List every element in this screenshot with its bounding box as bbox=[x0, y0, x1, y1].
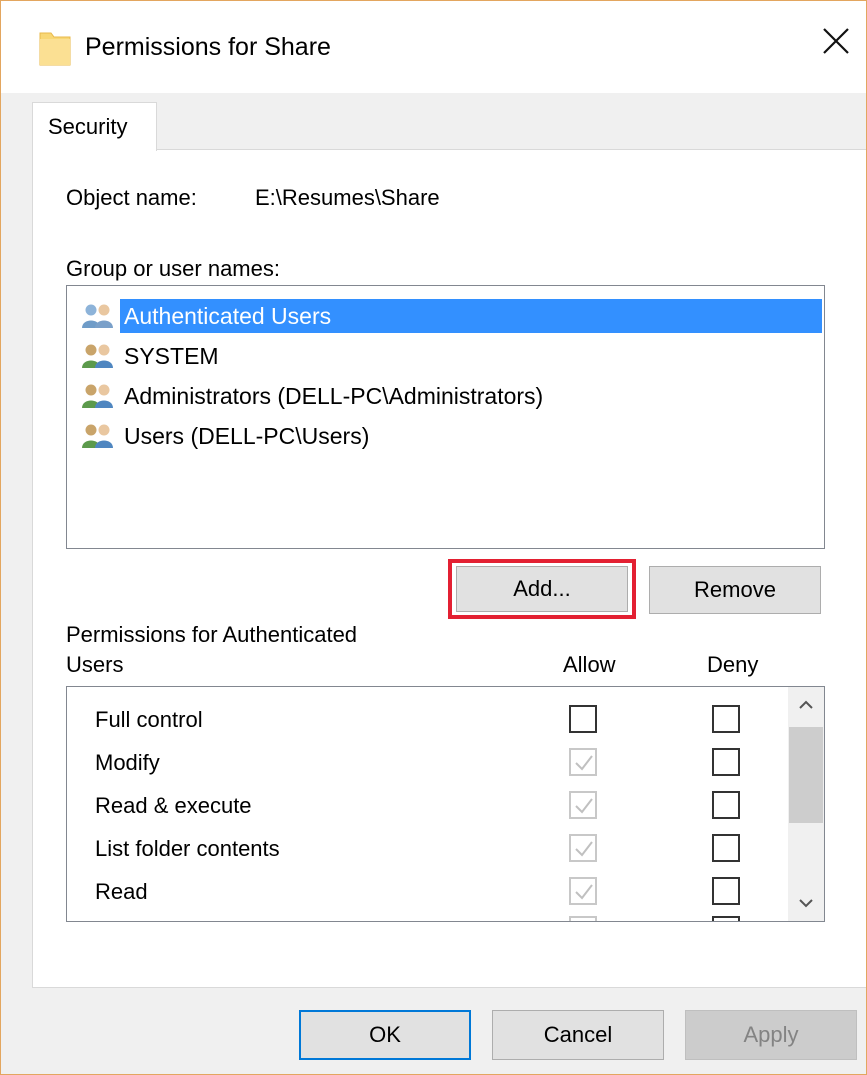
apply-button-label: Apply bbox=[743, 1022, 799, 1047]
cancel-button[interactable]: Cancel bbox=[492, 1010, 664, 1060]
permission-row-modify: Modify bbox=[67, 742, 782, 785]
object-name-value: E:\Resumes\Share bbox=[255, 185, 440, 210]
close-icon bbox=[823, 28, 849, 54]
list-item-label: Administrators (DELL-PC\Administrators) bbox=[124, 383, 544, 409]
deny-checkbox[interactable] bbox=[712, 791, 740, 819]
permission-row-list-folder-contents: List folder contents bbox=[67, 828, 782, 871]
deny-checkbox-partial bbox=[712, 916, 740, 921]
list-item-label: Users (DELL-PC\Users) bbox=[124, 423, 370, 449]
permission-label: Read & execute bbox=[95, 793, 252, 818]
user-group-icon bbox=[82, 304, 113, 328]
remove-button[interactable]: Remove bbox=[649, 566, 821, 614]
allow-checkbox[interactable] bbox=[569, 834, 597, 862]
chevron-up-icon bbox=[799, 700, 813, 709]
allow-checkbox[interactable] bbox=[569, 705, 597, 733]
allow-checkbox[interactable] bbox=[569, 877, 597, 905]
remove-button-label: Remove bbox=[694, 577, 776, 602]
checkmark-icon bbox=[575, 884, 593, 900]
deny-checkbox[interactable] bbox=[712, 834, 740, 862]
tab-security[interactable]: Security bbox=[32, 102, 157, 151]
permission-label: Full control bbox=[95, 707, 203, 732]
allow-checkbox-partial bbox=[569, 916, 597, 921]
object-name-label: Object name: bbox=[66, 185, 197, 210]
cancel-button-label: Cancel bbox=[543, 1022, 613, 1047]
chevron-down-icon bbox=[799, 899, 813, 908]
deny-checkbox[interactable] bbox=[712, 705, 740, 733]
permission-row-full-control: Full control bbox=[67, 699, 782, 742]
scroll-thumb[interactable] bbox=[789, 727, 823, 823]
allow-checkbox[interactable] bbox=[569, 748, 597, 776]
deny-checkbox[interactable] bbox=[712, 877, 740, 905]
permission-label: List folder contents bbox=[95, 836, 280, 861]
permissions-title-line1: Permissions for Authenticated bbox=[66, 622, 358, 647]
permissions-list[interactable]: Full control Modify Read & execute List … bbox=[66, 686, 825, 922]
tab-security-label: Security bbox=[48, 114, 128, 139]
list-item-system[interactable]: SYSTEM bbox=[80, 338, 822, 374]
user-group-icon bbox=[82, 424, 113, 448]
permission-label: Read bbox=[95, 879, 148, 904]
list-item-administrators[interactable]: Administrators (DELL-PC\Administrators) bbox=[80, 378, 822, 414]
user-group-icon bbox=[82, 344, 113, 368]
group-user-list[interactable]: Authenticated Users SYSTEM Administrator… bbox=[66, 285, 825, 549]
permission-row-read-execute: Read & execute bbox=[67, 785, 782, 828]
ok-button[interactable]: OK bbox=[299, 1010, 471, 1060]
list-item-label: SYSTEM bbox=[124, 343, 219, 369]
checkmark-icon bbox=[575, 841, 593, 857]
permissions-scrollbar[interactable] bbox=[788, 687, 824, 921]
group-names-label: Group or user names: bbox=[66, 256, 280, 281]
list-item-users[interactable]: Users (DELL-PC\Users) bbox=[80, 418, 822, 454]
checkmark-icon bbox=[575, 798, 593, 814]
highlight-box bbox=[448, 559, 636, 619]
allow-checkbox[interactable] bbox=[569, 791, 597, 819]
permissions-dialog: Permissions for Share Security Object na… bbox=[0, 0, 867, 1075]
user-group-icon bbox=[82, 384, 113, 408]
permission-label: Modify bbox=[95, 750, 160, 775]
folder-icon bbox=[39, 32, 71, 66]
window-title: Permissions for Share bbox=[85, 33, 331, 61]
checkmark-icon bbox=[575, 755, 593, 771]
scroll-up-button[interactable] bbox=[788, 687, 824, 723]
permissions-title-line2: Users bbox=[66, 652, 124, 677]
ok-button-label: OK bbox=[369, 1022, 401, 1047]
list-item-label: Authenticated Users bbox=[120, 299, 822, 333]
deny-checkbox[interactable] bbox=[712, 748, 740, 776]
list-item-authenticated-users[interactable]: Authenticated Users bbox=[80, 298, 822, 334]
permission-row-read: Read bbox=[67, 871, 782, 914]
close-button[interactable] bbox=[806, 11, 866, 71]
scroll-down-button[interactable] bbox=[788, 885, 824, 921]
apply-button[interactable]: Apply bbox=[685, 1010, 857, 1060]
allow-column-header: Allow bbox=[563, 652, 616, 677]
title-bar: Permissions for Share bbox=[1, 1, 866, 93]
deny-column-header: Deny bbox=[707, 652, 759, 677]
